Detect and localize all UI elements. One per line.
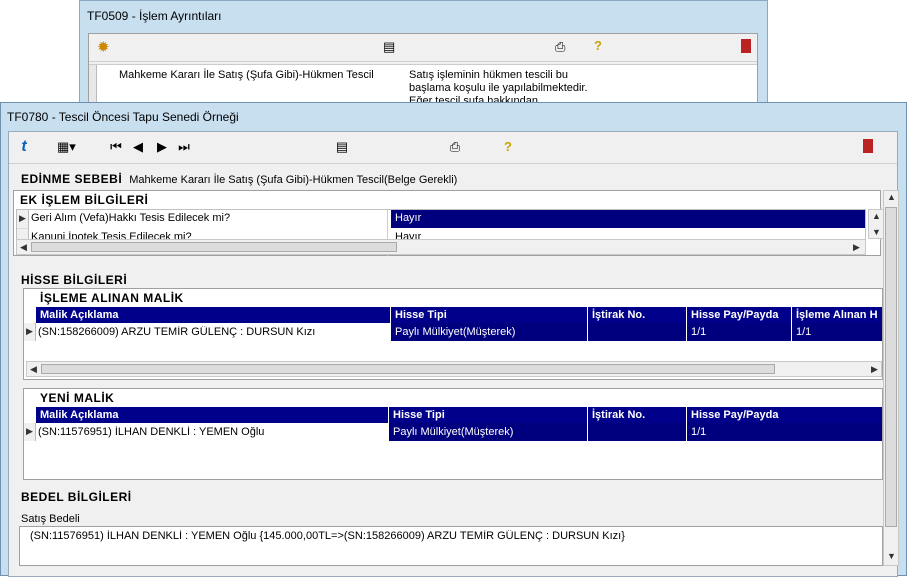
col-header-islem-alinan[interactable]: İşleme Alınan H: [792, 307, 882, 323]
main-window-title: TF0780 - Tescil Öncesi Tapu Senedi Örneğ…: [7, 110, 239, 124]
first-record-icon[interactable]: ⏮: [107, 139, 125, 157]
help-icon[interactable]: ?: [499, 139, 517, 157]
satis-bedeli-value: (SN:11576951) İLHAN DENKLİ : YEMEN Oğlu …: [30, 530, 625, 542]
previous-record-icon[interactable]: ◀: [129, 139, 147, 157]
printer-icon[interactable]: ⎙: [446, 139, 464, 157]
grid-menu-icon[interactable]: ▦▾: [57, 139, 76, 157]
document-list-icon[interactable]: ▤: [333, 139, 351, 157]
bg-window-title: TF0509 - İşlem Ayrıntıları: [87, 9, 222, 23]
ek-islem-vscroll[interactable]: ▲ ▼: [868, 209, 884, 239]
ek-row-answer[interactable]: Hayır: [391, 210, 865, 228]
ek-islem-title: EK İŞLEM BİLGİLERİ: [20, 193, 149, 207]
help-icon[interactable]: ?: [594, 38, 602, 53]
document-icon[interactable]: ▤: [383, 39, 395, 55]
ek-islem-hscroll[interactable]: ◀ ▶: [16, 239, 866, 255]
main-window-client: t ▦▾ ⏮ ◀ ▶ ⏭ ▤ ⎙ ? EDİNME SEBEBİ Mahkeme…: [8, 131, 899, 577]
col-header-malik[interactable]: Malik Açıklama: [36, 407, 388, 423]
logo-icon: t: [21, 138, 27, 155]
alinan-title: İŞLEME ALINAN MALİK: [40, 291, 184, 305]
main-toolbar: t ▦▾ ⏮ ◀ ▶ ⏭ ▤ ⎙ ?: [9, 132, 897, 164]
exit-icon[interactable]: [859, 139, 877, 157]
alinan-hscroll[interactable]: ◀ ▶: [26, 361, 882, 377]
col-header-pay-payda[interactable]: Hisse Pay/Payda: [687, 307, 791, 323]
col-header-hisse-tipi[interactable]: Hisse Tipi: [389, 407, 587, 423]
background-window: TF0509 - İşlem Ayrıntıları ✹ ▤ ⎙ ? Mahke…: [79, 0, 768, 113]
alinan-panel: İŞLEME ALINAN MALİK Malik Açıklama Hisse…: [23, 288, 883, 380]
yeni-istirak-cell[interactable]: [588, 423, 686, 441]
satis-bedeli-field[interactable]: (SN:11576951) İLHAN DENKLİ : YEMEN Oğlu …: [19, 526, 883, 566]
yeni-malik-cell[interactable]: (SN:11576951) İLHAN DENKLİ : YEMEN Oğlu: [38, 426, 386, 438]
alinan-hisse-tipi-cell[interactable]: Paylı Mülkiyet(Müşterek): [391, 323, 587, 341]
bg-row-col1: Mahkeme Kararı İle Satış (Şufa Gibi)-Hük…: [119, 69, 374, 81]
satis-bedeli-label: Satış Bedeli: [21, 513, 80, 525]
yeni-hisse-tipi-cell[interactable]: Paylı Mülkiyet(Müşterek): [389, 423, 587, 441]
flag-icon[interactable]: ✹: [97, 38, 110, 56]
yeni-pay-cell[interactable]: 1/1: [687, 423, 882, 441]
col-header-istirak[interactable]: İştirak No.: [588, 307, 686, 323]
hisse-title: HİSSE BİLGİLERİ: [21, 273, 128, 287]
main-window: TF0780 - Tescil Öncesi Tapu Senedi Örneğ…: [0, 102, 907, 577]
alinan-malik-cell[interactable]: (SN:158266009) ARZU TEMİR GÜLENÇ : DURSU…: [38, 326, 388, 338]
alinan-islem-cell[interactable]: 1/1: [792, 323, 882, 341]
bg-window-client: ✹ ▤ ⎙ ? Mahkeme Kararı İle Satış (Şufa G…: [88, 33, 758, 113]
last-record-icon[interactable]: ⏭: [175, 139, 193, 157]
col-header-malik[interactable]: Malik Açıklama: [36, 307, 390, 323]
alinan-pay-cell[interactable]: 1/1: [687, 323, 791, 341]
printer-icon[interactable]: ⎙: [555, 39, 565, 55]
ek-row-question[interactable]: Geri Alım (Vefa)Hakkı Tesis Edilecek mi?: [31, 212, 387, 224]
alinan-istirak-cell[interactable]: [588, 323, 686, 341]
ek-islem-panel: EK İŞLEM BİLGİLERİ ▶ Geri Alım (Vefa)Hak…: [13, 190, 884, 256]
yeni-title: YENİ MALİK: [40, 391, 115, 405]
yeni-panel: YENİ MALİK Malik Açıklama Hisse Tipi İşt…: [23, 388, 883, 480]
main-vscroll[interactable]: ▲ ▼: [883, 190, 899, 566]
bg-toolbar: ✹ ▤ ⎙ ?: [89, 34, 757, 62]
next-record-icon[interactable]: ▶: [153, 139, 171, 157]
edinme-label: EDİNME SEBEBİ: [21, 172, 123, 186]
exit-icon[interactable]: [741, 39, 751, 53]
col-header-pay-payda[interactable]: Hisse Pay/Payda: [687, 407, 882, 423]
bedel-title: BEDEL BİLGİLERİ: [21, 490, 132, 504]
edinme-sebebi: EDİNME SEBEBİ Mahkeme Kararı İle Satış (…: [21, 172, 457, 186]
col-header-hisse-tipi[interactable]: Hisse Tipi: [391, 307, 587, 323]
col-header-istirak[interactable]: İştirak No.: [588, 407, 686, 423]
edinme-value: Mahkeme Kararı İle Satış (Şufa Gibi)-Hük…: [129, 174, 458, 186]
